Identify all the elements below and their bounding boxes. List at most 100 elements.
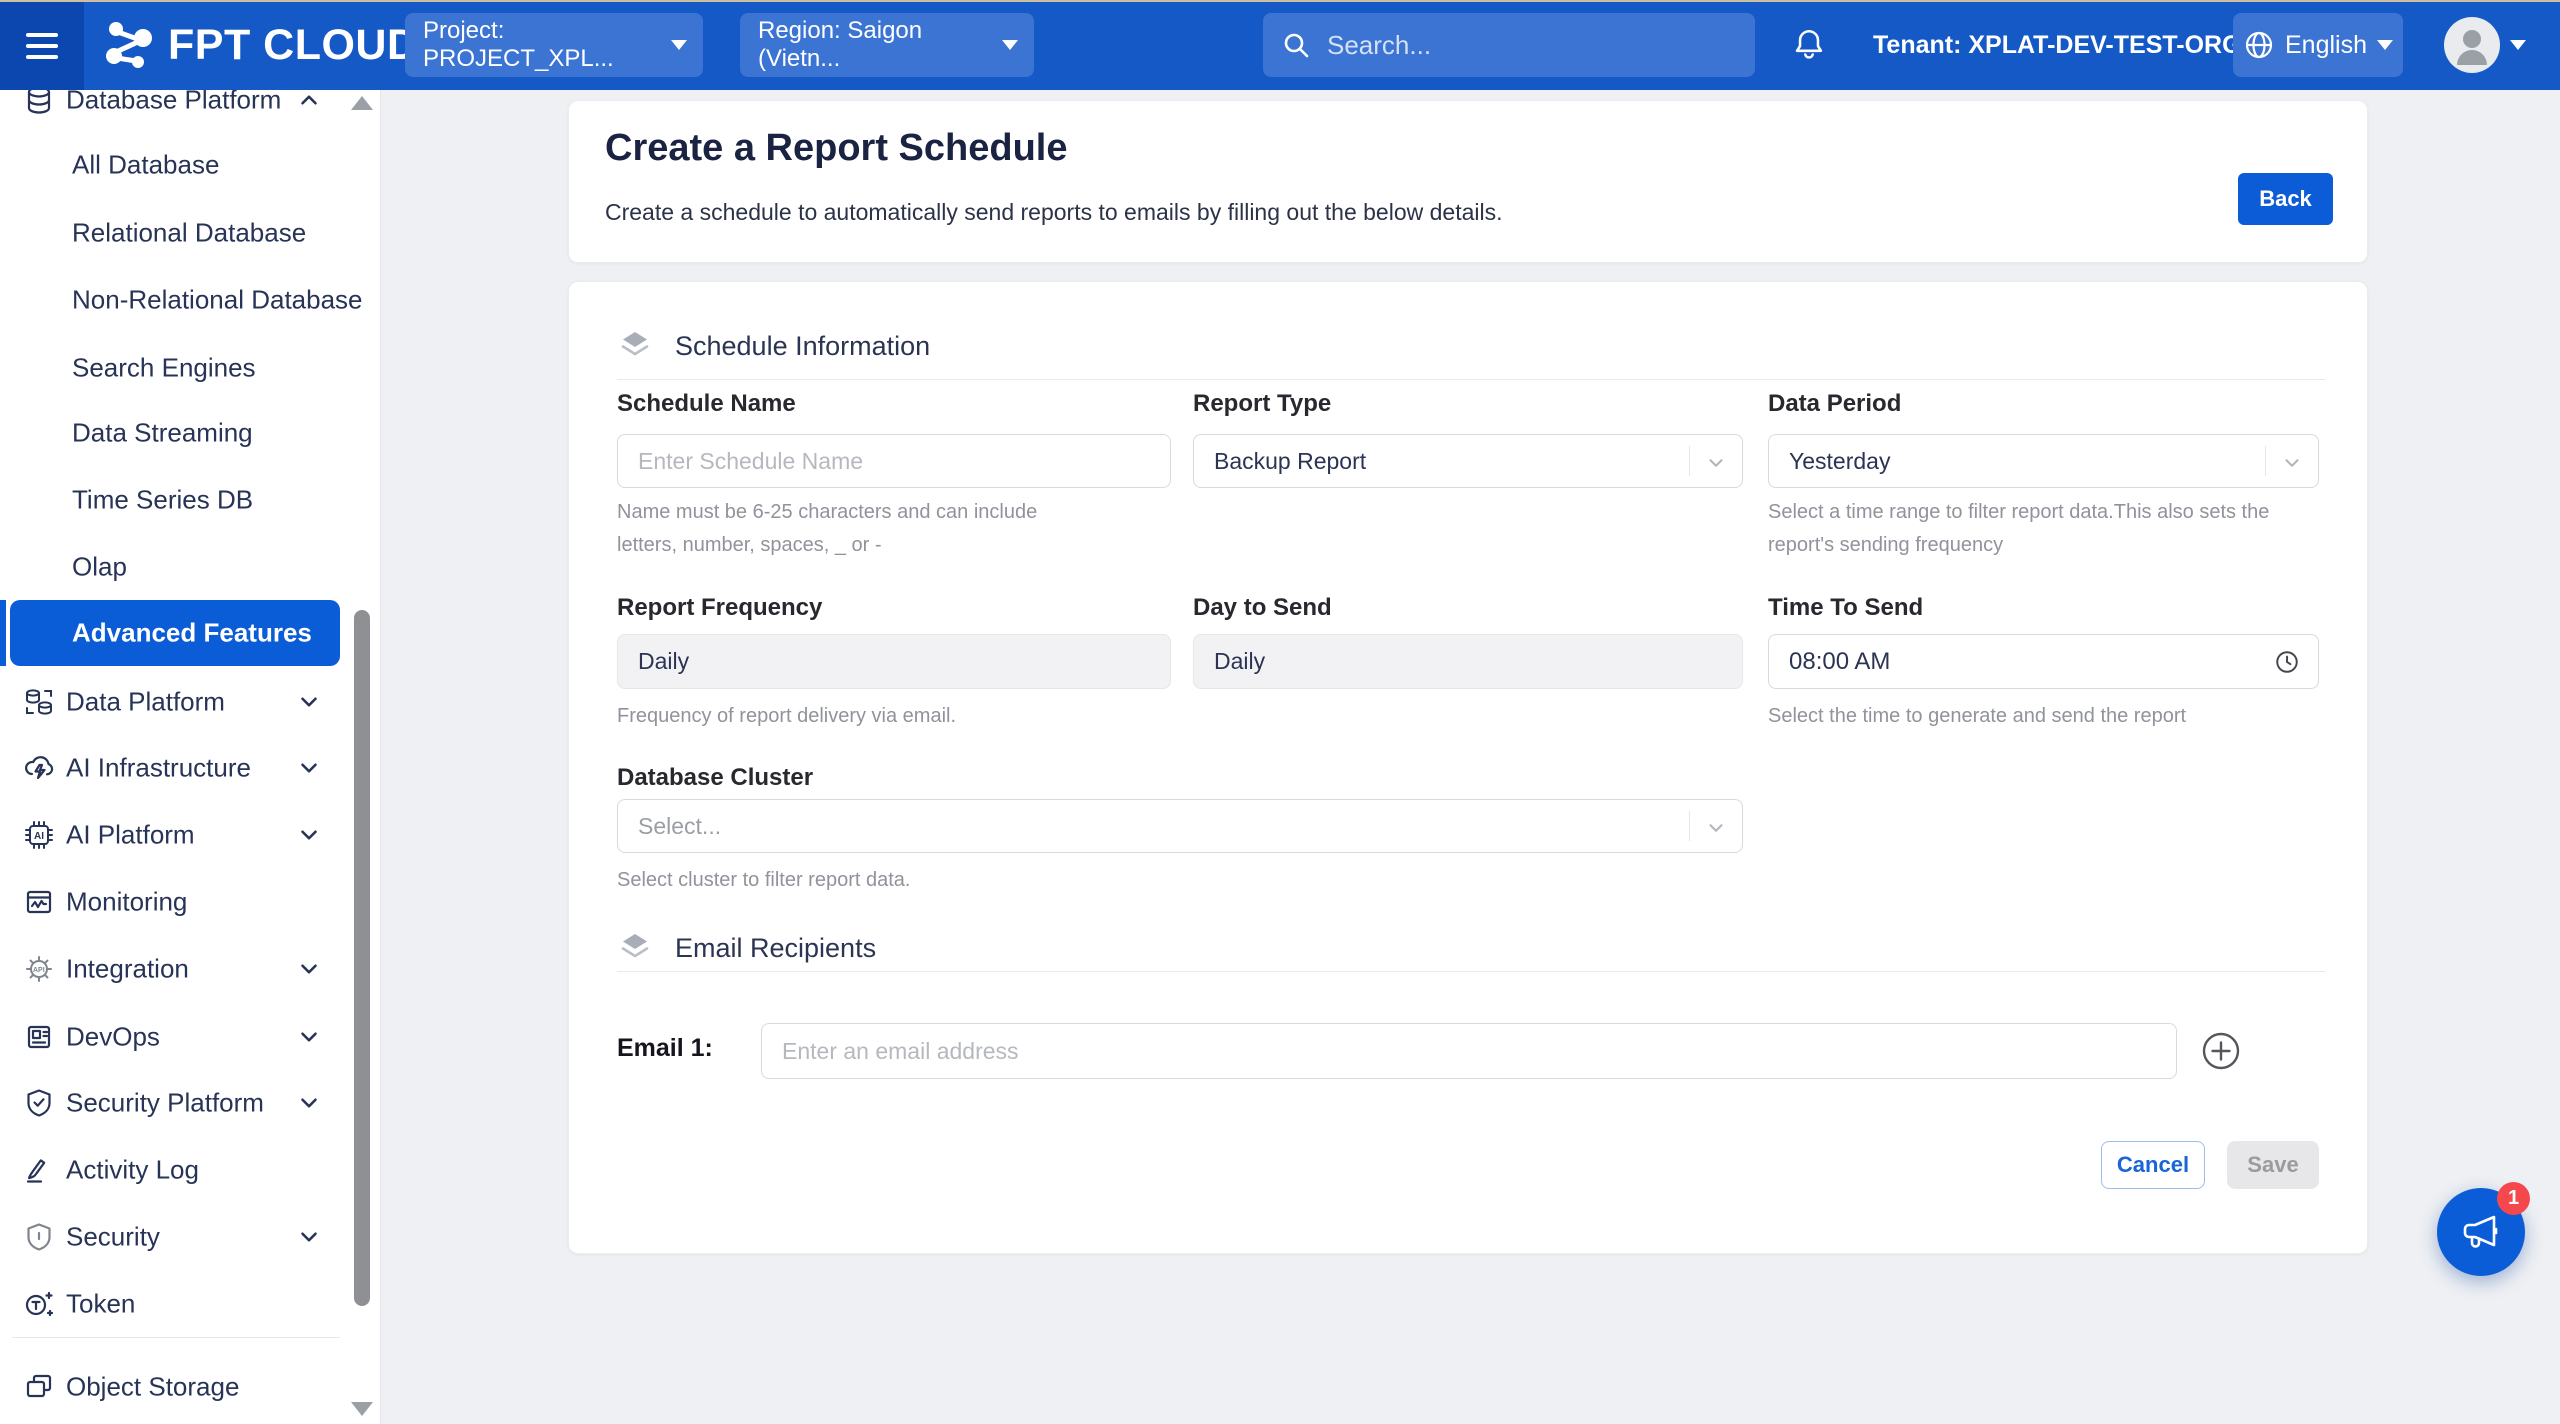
- global-search[interactable]: [1263, 13, 1755, 77]
- shield-check-icon: [22, 1086, 56, 1120]
- sidebar-item-label: Token: [66, 1289, 135, 1320]
- add-email-button[interactable]: [2199, 1029, 2243, 1073]
- project-selector[interactable]: Project: PROJECT_XPL...: [405, 13, 703, 77]
- sidebar-item-label: Non-Relational Database: [72, 285, 363, 316]
- report-frequency-value: Daily: [638, 648, 689, 675]
- sidebar-item-label: Monitoring: [66, 887, 187, 918]
- main-content: Create a Report Schedule Create a schedu…: [380, 90, 2560, 1424]
- email-recipients-section-header: Email Recipients: [617, 930, 876, 966]
- sidebar-item-time-series-db[interactable]: Time Series DB: [0, 470, 344, 530]
- sidebar-item-label: Database Platform: [66, 90, 281, 116]
- sidebar-item-database-platform[interactable]: Database Platform: [0, 90, 344, 130]
- chevron-down-icon: [2510, 40, 2526, 50]
- sidebar-scrollbar-thumb[interactable]: [354, 610, 370, 1306]
- back-button[interactable]: Back: [2238, 173, 2333, 225]
- sidebar-item-devops[interactable]: DevOps: [0, 1007, 344, 1067]
- sidebar-item-advanced-features[interactable]: Advanced Features: [10, 600, 340, 666]
- sidebar-item-ai-platform[interactable]: AI AI Platform: [0, 805, 344, 865]
- report-frequency-input: Daily: [617, 634, 1171, 689]
- pen-icon: [22, 1153, 56, 1187]
- schedule-name-label: Schedule Name: [617, 390, 796, 418]
- data-period-label: Data Period: [1768, 390, 1901, 418]
- save-button[interactable]: Save: [2227, 1141, 2319, 1189]
- top-navigation-bar: FPT CLOUD Project: PROJECT_XPL... Region…: [0, 0, 2560, 90]
- sidebar-item-label: All Database: [72, 150, 219, 181]
- sidebar-item-security[interactable]: Security: [0, 1207, 344, 1267]
- fpt-cloud-logo[interactable]: FPT CLOUD: [100, 0, 419, 90]
- sidebar-item-token[interactable]: Token: [0, 1274, 344, 1334]
- time-to-send-helper: Select the time to generate and send the…: [1768, 700, 2328, 733]
- active-item-indicator: [0, 600, 6, 666]
- notifications-button[interactable]: [1790, 26, 1828, 64]
- language-selector[interactable]: English: [2233, 13, 2403, 77]
- sidebar-item-security-platform[interactable]: Security Platform: [0, 1073, 344, 1133]
- chevron-down-icon: [296, 755, 322, 781]
- sidebar-item-all-database[interactable]: All Database: [0, 135, 344, 195]
- database-cluster-select[interactable]: Select...: [617, 799, 1743, 853]
- chevron-down-icon: [1705, 452, 1727, 474]
- sidebar-item-label: Search Engines: [72, 353, 256, 384]
- chevron-down-icon: [296, 689, 322, 715]
- section-title: Schedule Information: [675, 331, 930, 362]
- chevron-up-icon: [296, 90, 322, 113]
- sidebar-item-label: Data Streaming: [72, 418, 253, 449]
- svg-text:API: API: [33, 967, 45, 974]
- fpt-cloud-logo-icon: [100, 16, 158, 74]
- database-cluster-helper: Select cluster to filter report data.: [617, 864, 1317, 897]
- email-1-input[interactable]: [761, 1023, 2177, 1079]
- tenant-selector-label: Tenant: XPLAT-DEV-TEST-ORG: [1873, 31, 2242, 60]
- chevron-down-icon: [1002, 40, 1018, 50]
- language-selector-label: English: [2285, 31, 2367, 60]
- data-period-helper: Select a time range to filter report dat…: [1768, 496, 2313, 562]
- sidebar-item-label: AI Platform: [66, 820, 195, 851]
- sidebar-item-label: Activity Log: [66, 1155, 199, 1186]
- schedule-name-input[interactable]: [617, 434, 1171, 488]
- logo-text: FPT CLOUD: [168, 21, 419, 70]
- shield-icon: [22, 1220, 56, 1254]
- section-divider: [617, 379, 2325, 380]
- chevron-down-icon: [296, 1224, 322, 1250]
- sidebar-toggle-button[interactable]: [0, 2, 84, 90]
- sidebar-item-search-engines[interactable]: Search Engines: [0, 338, 344, 398]
- sidebar-item-relational-database[interactable]: Relational Database: [0, 203, 344, 263]
- cancel-button[interactable]: Cancel: [2101, 1141, 2205, 1189]
- sidebar-item-activity-log[interactable]: Activity Log: [0, 1140, 344, 1200]
- sidebar-item-olap[interactable]: Olap: [0, 537, 344, 597]
- avatar: [2444, 17, 2500, 73]
- chevron-down-icon: [2377, 40, 2393, 50]
- scroll-down-arrow[interactable]: [351, 1402, 373, 1416]
- time-to-send-input[interactable]: 08:00 AM: [1768, 634, 2319, 689]
- sidebar-item-non-relational-database[interactable]: Non-Relational Database: [0, 270, 344, 330]
- megaphone-icon: [2458, 1209, 2504, 1255]
- sidebar-item-label: DevOps: [66, 1022, 160, 1053]
- sidebar-item-label: Data Platform: [66, 687, 225, 718]
- sidebar-item-ai-infrastructure[interactable]: AI Infrastructure: [0, 738, 344, 798]
- report-type-label: Report Type: [1193, 390, 1331, 418]
- region-selector[interactable]: Region: Saigon (Vietn...: [740, 13, 1034, 77]
- globe-icon: [2243, 29, 2275, 61]
- sidebar-item-data-platform[interactable]: Data Platform: [0, 672, 344, 732]
- email-1-label: Email 1:: [617, 1034, 713, 1063]
- search-input[interactable]: [1325, 29, 1709, 62]
- chevron-down-icon: [296, 1090, 322, 1116]
- sidebar-item-data-streaming[interactable]: Data Streaming: [0, 403, 344, 463]
- scroll-up-arrow[interactable]: [351, 96, 373, 110]
- report-type-select[interactable]: Backup Report: [1193, 434, 1743, 488]
- sidebar-item-monitoring[interactable]: Monitoring: [0, 872, 344, 932]
- tenant-selector[interactable]: Tenant: XPLAT-DEV-TEST-ORG: [1873, 0, 2276, 90]
- sidebar-item-object-storage[interactable]: Object Storage: [0, 1357, 344, 1417]
- data-period-value: Yesterday: [1789, 448, 1890, 475]
- page-title: Create a Report Schedule: [605, 127, 1067, 170]
- report-schedule-form-card: Schedule Information Schedule Name Name …: [568, 281, 2368, 1254]
- database-icon: [22, 90, 56, 117]
- sidebar-item-integration[interactable]: API Integration: [0, 939, 344, 999]
- database-cluster-label: Database Cluster: [617, 764, 813, 792]
- layers-icon: [617, 328, 653, 364]
- section-divider: [617, 971, 2325, 972]
- user-menu[interactable]: [2444, 17, 2526, 73]
- devops-board-icon: [22, 1020, 56, 1054]
- chevron-down-icon: [296, 956, 322, 982]
- cloud-bolt-icon: [22, 751, 56, 785]
- plus-circle-icon: [2199, 1029, 2243, 1073]
- data-period-select[interactable]: Yesterday: [1768, 434, 2319, 488]
